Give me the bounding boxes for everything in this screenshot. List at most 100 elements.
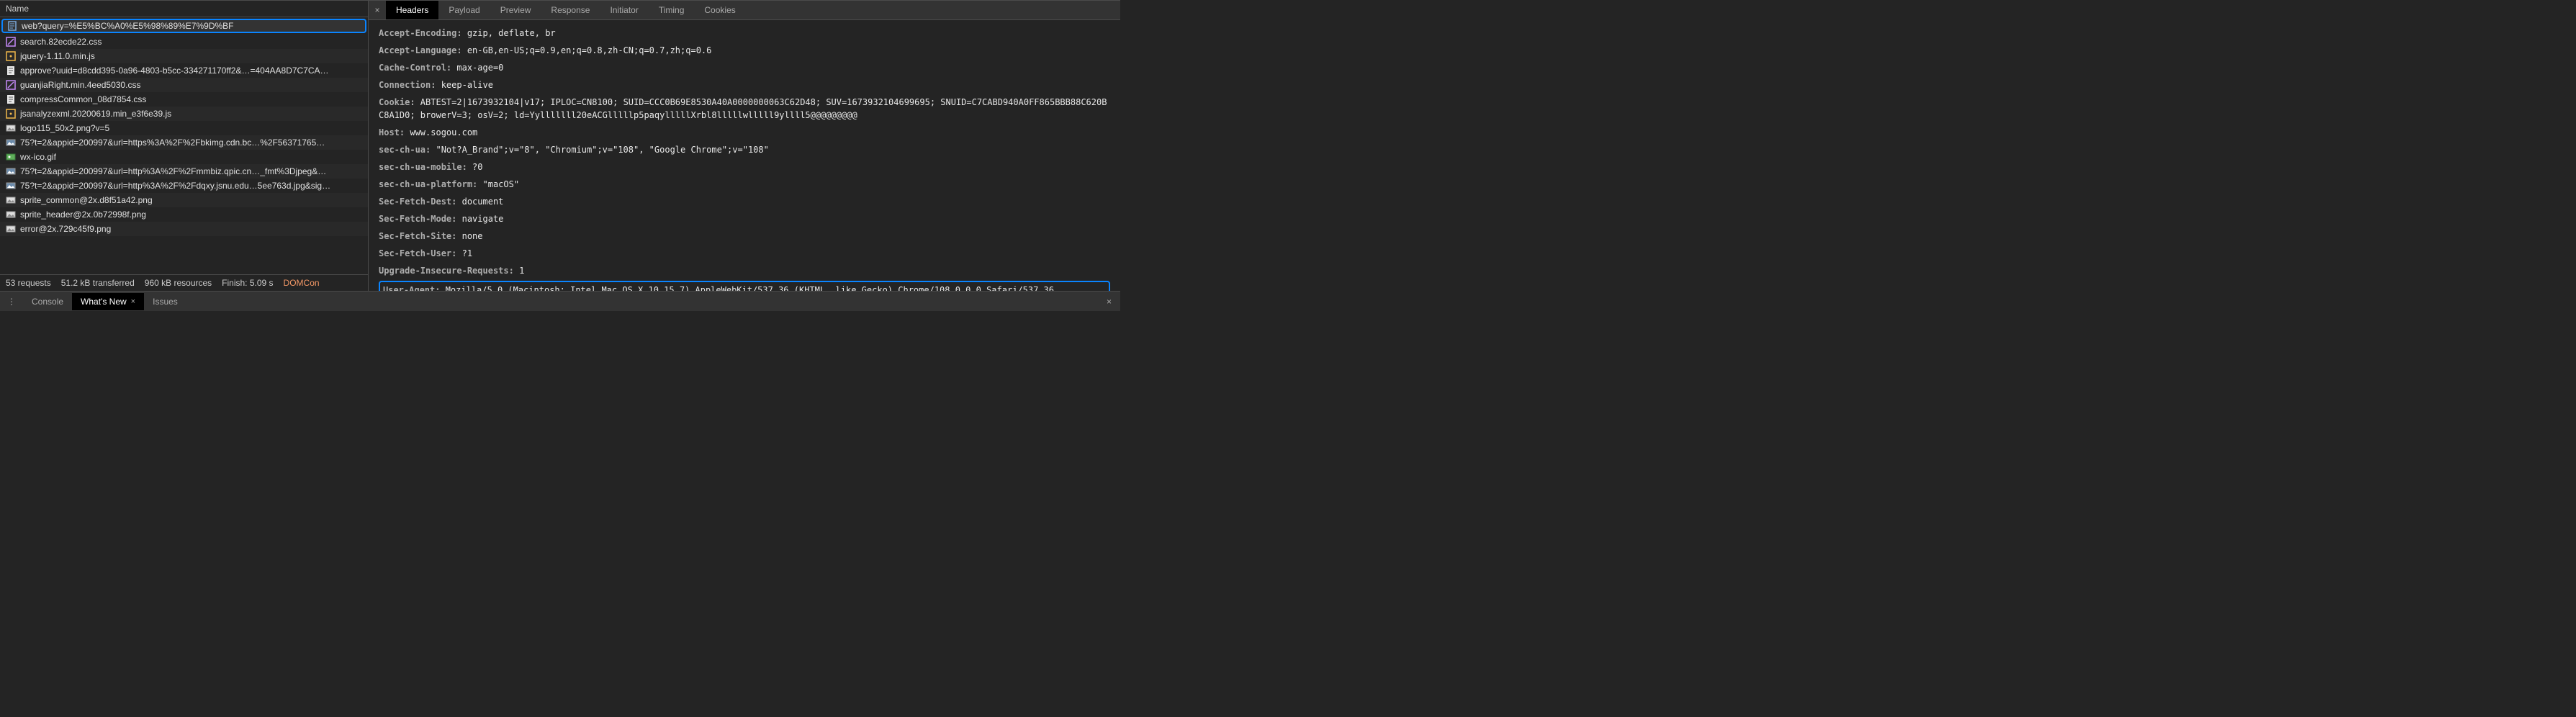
- tab-initiator[interactable]: Initiator: [600, 1, 648, 19]
- tab-timing[interactable]: Timing: [649, 1, 695, 19]
- request-row[interactable]: sprite_common@2x.d8f51a42.png: [0, 193, 368, 207]
- header-value: gzip, deflate, br: [462, 28, 556, 38]
- request-row[interactable]: compressCommon_08d7854.css: [0, 92, 368, 107]
- header-key: Accept-Encoding:: [379, 28, 462, 38]
- tab-payload[interactable]: Payload: [438, 1, 490, 19]
- tab-response[interactable]: Response: [541, 1, 600, 19]
- img-icon: [6, 123, 16, 133]
- header-line[interactable]: Sec-Fetch-User: ?1: [379, 245, 1110, 262]
- drawer-tab-label: Console: [32, 297, 63, 307]
- header-key: User-Agent:: [383, 285, 440, 291]
- header-value: ?1: [456, 248, 472, 258]
- header-line[interactable]: Sec-Fetch-Site: none: [379, 227, 1110, 245]
- header-line[interactable]: Cookie: ABTEST=2|1673932104|v17; IPLOC=C…: [379, 94, 1110, 124]
- drawer-tab-label: What's New: [81, 297, 127, 307]
- request-row[interactable]: 75?t=2&appid=200997&url=http%3A%2F%2Fdqx…: [0, 179, 368, 193]
- header-line[interactable]: Connection: keep-alive: [379, 76, 1110, 94]
- tab-headers[interactable]: Headers: [386, 1, 438, 19]
- header-line[interactable]: User-Agent: Mozilla/5.0 (Macintosh; Inte…: [379, 281, 1110, 291]
- status-resources: 960 kB resources: [145, 278, 212, 288]
- header-line[interactable]: Upgrade-Insecure-Requests: 1: [379, 262, 1110, 279]
- drawer-bar: ⋮ Console What's New × Issues ×: [0, 291, 1120, 311]
- header-value: www.sogou.com: [405, 127, 477, 137]
- js-icon: [6, 51, 16, 61]
- drawer-tab-what-s-new[interactable]: What's New ×: [72, 293, 144, 310]
- request-name: wx-ico.gif: [20, 152, 56, 162]
- request-row[interactable]: approve?uuid=d8cdd395-0a96-4803-b5cc-334…: [0, 63, 368, 78]
- request-name: approve?uuid=d8cdd395-0a96-4803-b5cc-334…: [20, 66, 329, 76]
- header-key: Upgrade-Insecure-Requests:: [379, 266, 514, 276]
- request-row[interactable]: jsanalyzexml.20200619.min_e3f6e39.js: [0, 107, 368, 121]
- header-value: en-GB,en-US;q=0.9,en;q=0.8,zh-CN;q=0.7,z…: [462, 45, 712, 55]
- header-line[interactable]: Sec-Fetch-Mode: navigate: [379, 210, 1110, 227]
- header-value: 1: [514, 266, 524, 276]
- details-panel: × HeadersPayloadPreviewResponseInitiator…: [369, 1, 1120, 291]
- request-row[interactable]: 75?t=2&appid=200997&url=http%3A%2F%2Fmmb…: [0, 164, 368, 179]
- network-request-panel: Name web?query=%E5%BC%A0%E5%98%89%E7%9D%…: [0, 1, 369, 291]
- header-key: sec-ch-ua-mobile:: [379, 162, 467, 172]
- request-name: jquery-1.11.0.min.js: [20, 51, 95, 61]
- header-key: Sec-Fetch-Mode:: [379, 214, 456, 224]
- details-tabs: × HeadersPayloadPreviewResponseInitiator…: [369, 1, 1120, 20]
- drawer-tab-console[interactable]: Console: [23, 293, 72, 310]
- gif-icon: [6, 152, 16, 162]
- request-name: compressCommon_08d7854.css: [20, 94, 146, 104]
- header-value: document: [456, 197, 503, 207]
- request-row[interactable]: error@2x.729c45f9.png: [0, 222, 368, 236]
- request-name: 75?t=2&appid=200997&url=https%3A%2F%2Fbk…: [20, 137, 325, 148]
- css-icon: [6, 37, 16, 47]
- close-icon[interactable]: ×: [131, 297, 135, 306]
- header-value: keep-alive: [436, 80, 492, 90]
- header-line[interactable]: Accept-Language: en-GB,en-US;q=0.9,en;q=…: [379, 42, 1110, 59]
- drawer-menu-button[interactable]: ⋮: [0, 297, 23, 307]
- css-icon: [6, 80, 16, 90]
- doc-w-icon: [6, 94, 16, 104]
- request-name: sprite_common@2x.d8f51a42.png: [20, 195, 153, 205]
- request-list[interactable]: web?query=%E5%BC%A0%E5%98%89%E7%9D%BF sea…: [0, 17, 368, 274]
- header-key: Sec-Fetch-Site:: [379, 231, 456, 241]
- request-name: logo115_50x2.png?v=5: [20, 123, 109, 133]
- request-name: error@2x.729c45f9.png: [20, 224, 111, 234]
- header-value: none: [456, 231, 482, 241]
- headers-content[interactable]: Accept-Encoding: gzip, deflate, brAccept…: [369, 20, 1120, 291]
- tab-cookies[interactable]: Cookies: [694, 1, 745, 19]
- header-line[interactable]: sec-ch-ua-mobile: ?0: [379, 158, 1110, 176]
- img-c-icon: [6, 181, 16, 191]
- request-row[interactable]: search.82ecde22.css: [0, 35, 368, 49]
- close-details-button[interactable]: ×: [369, 1, 386, 19]
- header-line[interactable]: Host: www.sogou.com: [379, 124, 1110, 141]
- drawer-tab-issues[interactable]: Issues: [144, 293, 186, 310]
- header-line[interactable]: Accept-Encoding: gzip, deflate, br: [379, 24, 1110, 42]
- drawer-close-button[interactable]: ×: [1098, 297, 1120, 307]
- status-domcontent: DOMCon: [284, 278, 320, 288]
- request-row[interactable]: sprite_header@2x.0b72998f.png: [0, 207, 368, 222]
- tab-preview[interactable]: Preview: [490, 1, 541, 19]
- header-line[interactable]: sec-ch-ua: "Not?A_Brand";v="8", "Chromiu…: [379, 141, 1110, 158]
- main-area: Name web?query=%E5%BC%A0%E5%98%89%E7%9D%…: [0, 0, 1120, 291]
- request-row[interactable]: jquery-1.11.0.min.js: [0, 49, 368, 63]
- request-row[interactable]: 75?t=2&appid=200997&url=https%3A%2F%2Fbk…: [0, 135, 368, 150]
- header-line[interactable]: Cache-Control: max-age=0: [379, 59, 1110, 76]
- request-row[interactable]: guanjiaRight.min.4eed5030.css: [0, 78, 368, 92]
- img-c-icon: [6, 137, 16, 148]
- header-line[interactable]: Sec-Fetch-Dest: document: [379, 193, 1110, 210]
- header-line[interactable]: sec-ch-ua-platform: "macOS": [379, 176, 1110, 193]
- request-name: web?query=%E5%BC%A0%E5%98%89%E7%9D%BF: [22, 21, 234, 31]
- header-key: sec-ch-ua-platform:: [379, 179, 477, 189]
- img-icon: [6, 209, 16, 220]
- request-name: jsanalyzexml.20200619.min_e3f6e39.js: [20, 109, 171, 119]
- header-key: Sec-Fetch-Dest:: [379, 197, 456, 207]
- devtools-root: Name web?query=%E5%BC%A0%E5%98%89%E7%9D%…: [0, 0, 1120, 311]
- js-icon: [6, 109, 16, 119]
- request-name: 75?t=2&appid=200997&url=http%3A%2F%2Fmmb…: [20, 166, 326, 176]
- img-c-icon: [6, 166, 16, 176]
- request-name: search.82ecde22.css: [20, 37, 102, 47]
- request-row[interactable]: wx-ico.gif: [0, 150, 368, 164]
- request-name: 75?t=2&appid=200997&url=http%3A%2F%2Fdqx…: [20, 181, 330, 191]
- request-row[interactable]: web?query=%E5%BC%A0%E5%98%89%E7%9D%BF: [1, 19, 366, 33]
- header-value: "macOS": [477, 179, 519, 189]
- status-transferred: 51.2 kB transferred: [61, 278, 135, 288]
- header-value: navigate: [456, 214, 503, 224]
- request-row[interactable]: logo115_50x2.png?v=5: [0, 121, 368, 135]
- name-column-header[interactable]: Name: [0, 1, 368, 17]
